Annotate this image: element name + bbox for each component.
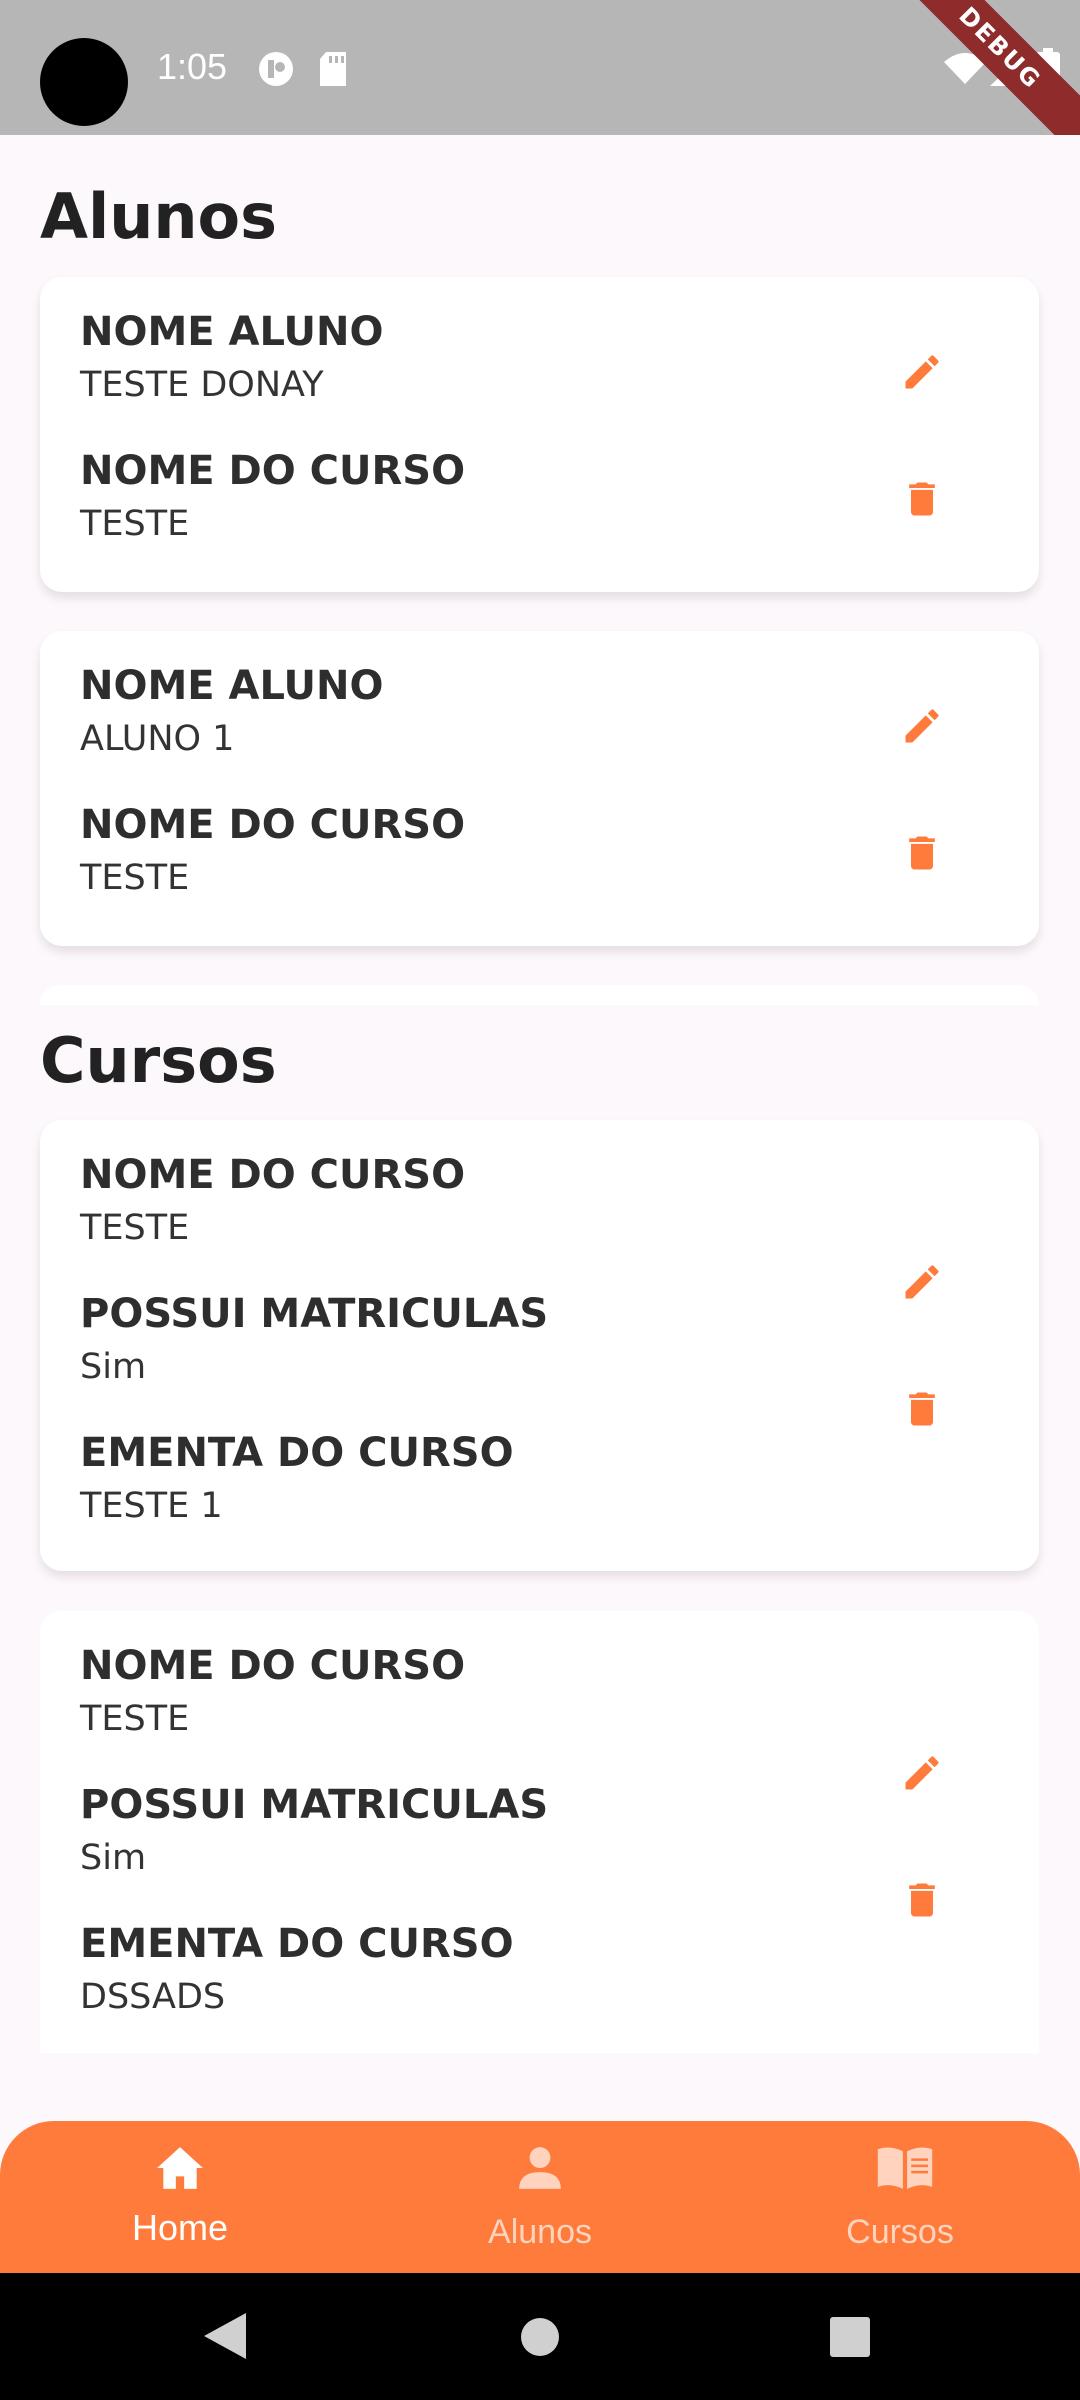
- pencil-icon: [905, 709, 939, 743]
- field-label: NOME ALUNO: [80, 663, 384, 709]
- delete-button[interactable]: [892, 1379, 952, 1439]
- delete-button[interactable]: [892, 469, 952, 529]
- nav-home[interactable]: Home: [60, 2121, 300, 2273]
- field-value: Sim: [80, 1838, 147, 1878]
- field-label: EMENTA DO CURSO: [80, 1921, 514, 1967]
- status-time: 1:05: [157, 46, 228, 87]
- field-value: Sim: [80, 1347, 147, 1387]
- trash-icon: [909, 1883, 935, 1917]
- nav-home-label: Home: [131, 2207, 229, 2248]
- aluno-card: NOME ALUNO TESTE DONAY NOME DO CURSO TES…: [40, 277, 1039, 592]
- trash-icon: [909, 1392, 935, 1426]
- book-icon: [877, 2147, 933, 2189]
- trash-icon: [909, 836, 935, 870]
- alunos-section-title: Alunos: [40, 180, 278, 253]
- person-icon: [519, 2147, 561, 2189]
- trash-icon: [909, 482, 935, 516]
- aluno-card: NOME ALUNO ALUNO 1 NOME DO CURSO TESTE: [40, 631, 1039, 946]
- nav-cursos[interactable]: Cursos: [780, 2121, 1020, 2273]
- status-bar: 1:05 DEBUG: [0, 0, 1080, 135]
- field-value: TESTE DONAY: [80, 365, 324, 405]
- nav-cursos-label: Cursos: [846, 2213, 954, 2251]
- recents-icon[interactable]: [830, 2317, 870, 2357]
- curso-card: NOME DO CURSO TESTE POSSUI MATRICULAS Si…: [40, 1120, 1039, 1571]
- nav-alunos[interactable]: Alunos: [420, 2121, 660, 2273]
- field-label: NOME ALUNO: [80, 309, 384, 355]
- delete-button[interactable]: [892, 1870, 952, 1930]
- home-icon: [157, 2147, 203, 2189]
- delete-button[interactable]: [892, 823, 952, 883]
- edit-button[interactable]: [892, 1252, 952, 1312]
- field-value: TESTE 1: [80, 1486, 223, 1526]
- notification-icon: [259, 52, 293, 86]
- field-value: TESTE: [80, 858, 190, 898]
- field-value: TESTE: [80, 1699, 190, 1739]
- field-label: NOME DO CURSO: [80, 1152, 466, 1198]
- system-navigation-bar: [0, 2273, 1080, 2400]
- bottom-navigation: Home Alunos Cursos: [0, 2121, 1080, 2273]
- pencil-icon: [905, 1265, 939, 1299]
- field-label: POSSUI MATRICULAS: [80, 1291, 549, 1337]
- home-circle-icon[interactable]: [520, 2317, 560, 2357]
- camera-cutout: [40, 38, 128, 126]
- field-value: ALUNO 1: [80, 719, 235, 759]
- field-value: TESTE: [80, 1208, 190, 1248]
- pencil-icon: [905, 1756, 939, 1790]
- cursos-section-title: Cursos: [40, 1024, 277, 1097]
- aluno-card-clipped: [40, 985, 1039, 1005]
- edit-button[interactable]: [892, 696, 952, 756]
- field-value: TESTE: [80, 504, 190, 544]
- sd-card-icon: [320, 52, 346, 86]
- edit-button[interactable]: [892, 342, 952, 402]
- field-label: NOME DO CURSO: [80, 448, 466, 494]
- nav-alunos-label: Alunos: [488, 2213, 592, 2251]
- field-label: POSSUI MATRICULAS: [80, 1782, 549, 1828]
- field-value: DSSADS: [80, 1977, 226, 2017]
- edit-button[interactable]: [892, 1743, 952, 1803]
- field-label: NOME DO CURSO: [80, 802, 466, 848]
- field-label: EMENTA DO CURSO: [80, 1430, 514, 1476]
- curso-card: NOME DO CURSO TESTE POSSUI MATRICULAS Si…: [40, 1611, 1039, 2053]
- pencil-icon: [905, 355, 939, 389]
- field-label: NOME DO CURSO: [80, 1643, 466, 1689]
- back-icon[interactable]: [204, 2313, 246, 2359]
